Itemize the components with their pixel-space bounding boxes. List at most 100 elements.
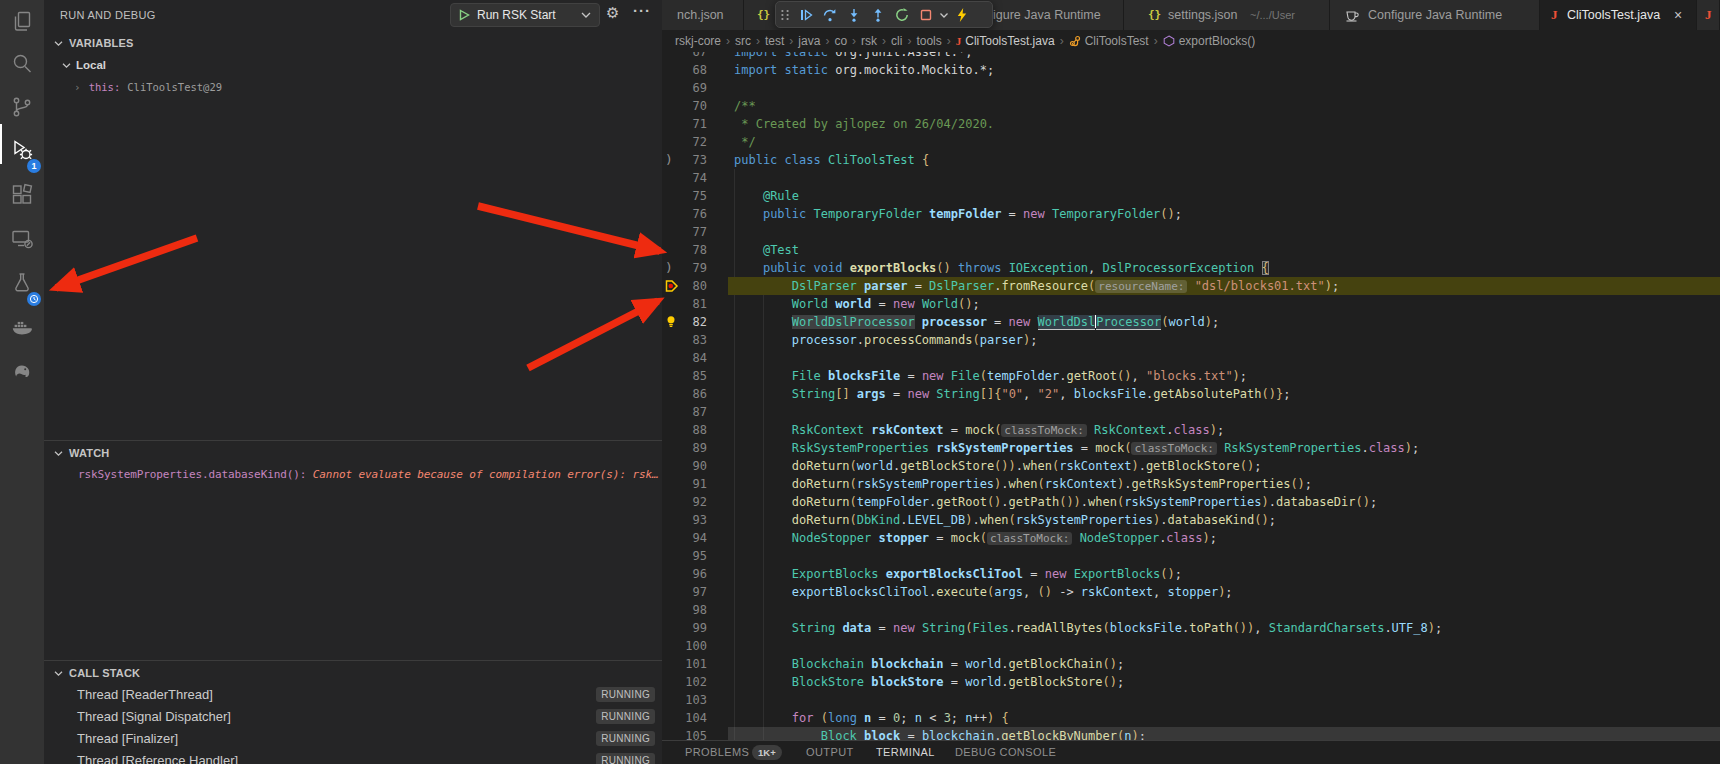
breadcrumb-item-rskj-core[interactable]: rskj-core xyxy=(675,34,721,48)
code-line-93[interactable]: 93 doReturn(DbKind.LEVEL_DB).when(rskSys… xyxy=(662,511,1720,529)
code-line-71[interactable]: 71 * Created by ajlopez on 26/04/2020. xyxy=(662,115,1720,133)
breadcrumb-item-tools[interactable]: tools xyxy=(916,34,941,48)
activity-item-explorer-icon[interactable] xyxy=(0,2,44,42)
debug-config-dropdown[interactable]: Run RSK Start xyxy=(450,3,600,27)
call-stack-thread-row[interactable]: Thread [Finalizer]RUNNING xyxy=(44,728,662,750)
line-number: 86 xyxy=(662,385,707,403)
code-line-88[interactable]: 88 RskContext rskContext = mock(classToM… xyxy=(662,421,1720,439)
gear-icon[interactable]: ⚙ xyxy=(606,4,619,22)
code-line-83[interactable]: 83 processor.processCommands(parser); xyxy=(662,331,1720,349)
activity-item-gradle-icon[interactable] xyxy=(0,350,44,390)
continue-icon[interactable] xyxy=(794,7,818,23)
breadcrumb-item-co[interactable]: co xyxy=(834,34,847,48)
editor-tab-partial[interactable]: J xyxy=(1697,0,1720,30)
code-line-67[interactable]: 67import static org.junit.Assert.*; xyxy=(662,52,1720,61)
breadcrumb[interactable]: rskj-core›src›test›java›co›rsk›cli›tools… xyxy=(662,30,1720,52)
code-line-105[interactable]: 105 Block block = blockchain.getBlockByN… xyxy=(662,727,1720,740)
step-into-icon[interactable] xyxy=(842,7,866,23)
code-line-84[interactable]: 84 xyxy=(662,349,1720,367)
code-line-95[interactable]: 95 xyxy=(662,547,1720,565)
debug-config-label[interactable]: Run RSK Start xyxy=(477,8,581,22)
code-line-75[interactable]: 75 @Rule xyxy=(662,187,1720,205)
code-line-101[interactable]: 101 Blockchain blockchain = world.getBlo… xyxy=(662,655,1720,673)
code-text: public TemporaryFolder tempFolder = new … xyxy=(734,205,1182,223)
code-line-76[interactable]: 76 public TemporaryFolder tempFolder = n… xyxy=(662,205,1720,223)
watch-expression-row[interactable]: rskSystemProperties.databaseKind(): Cann… xyxy=(78,466,678,484)
code-line-92[interactable]: 92 doReturn(tempFolder.getRoot().getPath… xyxy=(662,493,1720,511)
call-stack-thread-row[interactable]: Thread [Signal Dispatcher]RUNNING xyxy=(44,706,662,728)
code-line-98[interactable]: 98 xyxy=(662,601,1720,619)
watch-section-header[interactable]: WATCH xyxy=(44,444,662,462)
code-line-72[interactable]: 72 */ xyxy=(662,133,1720,151)
breadcrumb-item-src[interactable]: src xyxy=(735,34,751,48)
code-line-100[interactable]: 100 xyxy=(662,637,1720,655)
code-line-82[interactable]: 82 WorldDslProcessor processor = new Wor… xyxy=(662,313,1720,331)
activity-item-docker-icon[interactable] xyxy=(0,306,44,346)
code-line-80[interactable]: 80 DslParser parser = DslParser.fromReso… xyxy=(662,277,1720,295)
step-over-icon[interactable] xyxy=(818,7,842,23)
editor-tab-launch.json[interactable]: nch.json xyxy=(662,0,744,30)
code-line-77[interactable]: 77 xyxy=(662,223,1720,241)
code-line-68[interactable]: 68import static org.mockito.Mockito.*; xyxy=(662,61,1720,79)
breadcrumb-label: cli xyxy=(891,34,902,48)
code-line-79[interactable]: )79 public void exportBlocks() throws IO… xyxy=(662,259,1720,277)
code-line-94[interactable]: 94 NodeStopper stopper = mock(classToMoc… xyxy=(662,529,1720,547)
call-stack-thread-row[interactable]: Thread [Reference Handler]RUNNING xyxy=(44,750,662,764)
code-editor[interactable]: 67import static org.junit.Assert.*;68imp… xyxy=(662,52,1720,740)
breadcrumb-item-clitoolstest.java[interactable]: JCliToolsTest.java xyxy=(956,34,1055,48)
call-stack-section-header[interactable]: CALL STACK xyxy=(44,664,662,682)
activity-item-source-control-icon[interactable] xyxy=(0,87,44,127)
code-line-69[interactable]: 69 xyxy=(662,79,1720,97)
code-line-104[interactable]: 104 for (long n = 0; n < 3; n++) { xyxy=(662,709,1720,727)
breadcrumb-item-clitoolstest[interactable]: CliToolsTest xyxy=(1069,34,1149,48)
editor-tab-settings.json[interactable]: {}settings.json~/.../User xyxy=(1124,0,1330,30)
call-stack-thread-row[interactable]: Thread [ReaderThread]RUNNING xyxy=(44,684,662,706)
code-line-90[interactable]: 90 doReturn(world.getBlockStore()).when(… xyxy=(662,457,1720,475)
chevron-down-icon[interactable] xyxy=(581,11,591,19)
code-line-74[interactable]: 74 xyxy=(662,169,1720,187)
editor-tab-bar: nch.json{}igure Java Runtime{}settings.j… xyxy=(662,0,1720,30)
start-debug-icon[interactable] xyxy=(458,9,470,21)
code-line-73[interactable]: )73public class CliToolsTest { xyxy=(662,151,1720,169)
breadcrumb-item-exportblocks-[interactable]: exportBlocks() xyxy=(1163,34,1256,48)
breadcrumb-label: CliToolsTest.java xyxy=(965,34,1054,48)
chevron-icon[interactable] xyxy=(938,7,950,23)
code-line-78[interactable]: 78 @Test xyxy=(662,241,1720,259)
close-icon[interactable]: × xyxy=(1674,7,1682,23)
code-line-86[interactable]: 86 String[] args = new String[]{"0", "2"… xyxy=(662,385,1720,403)
code-line-91[interactable]: 91 doReturn(rskSystemProperties).when(rs… xyxy=(662,475,1720,493)
more-actions-icon[interactable]: ··· xyxy=(633,2,651,19)
step-out-icon[interactable] xyxy=(866,7,890,23)
stop-icon[interactable] xyxy=(914,7,938,23)
panel-tab-debug-console[interactable]: DEBUG CONSOLE xyxy=(955,741,1056,764)
activity-item-run-and-debug-icon[interactable]: 1 xyxy=(0,130,44,170)
code-line-70[interactable]: 70/** xyxy=(662,97,1720,115)
code-line-99[interactable]: 99 String data = new String(Files.readAl… xyxy=(662,619,1720,637)
panel-tab-output[interactable]: OUTPUT xyxy=(806,741,854,764)
restart-icon[interactable] xyxy=(890,7,914,23)
breadcrumb-item-cli[interactable]: cli xyxy=(891,34,902,48)
activity-item-testing-icon[interactable] xyxy=(0,263,44,303)
code-line-87[interactable]: 87 xyxy=(662,403,1720,421)
activity-item-extensions-icon[interactable] xyxy=(0,175,44,215)
breadcrumb-item-java[interactable]: java xyxy=(798,34,820,48)
code-line-85[interactable]: 85 File blocksFile = new File(tempFolder… xyxy=(662,367,1720,385)
panel-tab-problems[interactable]: PROBLEMS xyxy=(685,741,749,764)
variable-row-this[interactable]: › this: CliToolsTest@29 xyxy=(44,78,662,96)
panel-tab-terminal[interactable]: TERMINAL xyxy=(876,741,935,764)
code-line-102[interactable]: 102 BlockStore blockStore = world.getBlo… xyxy=(662,673,1720,691)
code-line-97[interactable]: 97 exportBlocksCliTool.execute(args, () … xyxy=(662,583,1720,601)
breadcrumb-item-rsk[interactable]: rsk xyxy=(861,34,877,48)
breadcrumb-item-test[interactable]: test xyxy=(765,34,784,48)
code-line-103[interactable]: 103 xyxy=(662,691,1720,709)
code-line-96[interactable]: 96 ExportBlocks exportBlocksCliTool = ne… xyxy=(662,565,1720,583)
activity-item-remote-explorer-icon[interactable] xyxy=(0,219,44,259)
editor-tab-clitoolstest.java[interactable]: JCliToolsTest.java× xyxy=(1540,0,1697,30)
flash-icon[interactable] xyxy=(950,7,974,23)
activity-item-search-icon[interactable] xyxy=(0,44,44,84)
variables-scope-local[interactable]: Local xyxy=(44,56,662,74)
code-line-89[interactable]: 89 RskSystemProperties rskSystemProperti… xyxy=(662,439,1720,457)
editor-tab-configure-java-runtime[interactable]: Configure Java Runtime xyxy=(1330,0,1540,30)
variables-section-header[interactable]: VARIABLES xyxy=(44,34,662,52)
code-line-81[interactable]: 81 World world = new World(); xyxy=(662,295,1720,313)
